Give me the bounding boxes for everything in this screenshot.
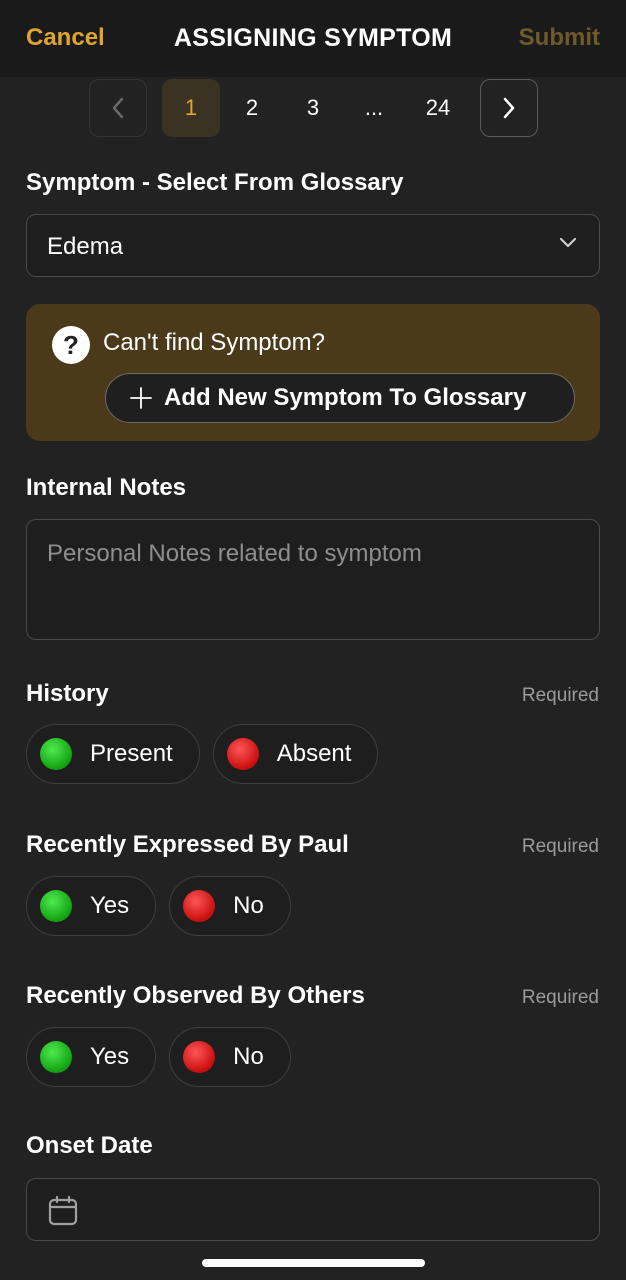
observed-yes-option[interactable]: Yes: [26, 1027, 157, 1087]
add-new-symptom-button[interactable]: Add New Symptom To Glossary: [105, 373, 575, 423]
notice-message: Can't find Symptom?: [103, 329, 326, 356]
expressed-required-label: Required: [521, 836, 599, 857]
add-new-symptom-label: Add New Symptom To Glossary: [164, 384, 527, 411]
green-circle-icon: [40, 890, 72, 922]
observed-no-option[interactable]: No: [169, 1027, 291, 1087]
option-label: Absent: [276, 740, 352, 767]
submit-button[interactable]: Submit: [519, 24, 600, 52]
prev-page-button[interactable]: [89, 79, 147, 137]
history-present-option[interactable]: Present: [26, 724, 200, 784]
symptom-not-found-notice: ? Can't find Symptom? Add New Symptom To…: [26, 304, 600, 441]
observed-required-label: Required: [521, 987, 599, 1008]
symptom-label: Symptom - Select From Glossary: [26, 169, 404, 196]
red-circle-icon: [226, 738, 259, 770]
pagination: 1 2 3 ... 24: [89, 78, 538, 138]
page-24[interactable]: 24: [406, 79, 470, 137]
red-circle-icon: [183, 890, 216, 922]
symptom-selected-value: Edema: [47, 233, 124, 260]
chevron-down-icon: [559, 237, 577, 248]
observed-options: Yes No: [26, 1027, 304, 1087]
internal-notes-label: Internal Notes: [26, 474, 187, 501]
history-required-label: Required: [521, 685, 599, 706]
chevron-left-icon: [112, 97, 124, 119]
history-options: Present Absent: [26, 724, 391, 784]
page-1[interactable]: 1: [162, 79, 220, 137]
calendar-icon: [48, 1195, 78, 1226]
option-label: No: [233, 892, 264, 919]
next-page-button[interactable]: [480, 79, 538, 137]
expressed-yes-option[interactable]: Yes: [26, 876, 157, 936]
onset-date-input[interactable]: [26, 1178, 600, 1241]
page-ellipsis: ...: [364, 95, 384, 120]
question-icon: ?: [52, 326, 90, 364]
page-3[interactable]: 3: [284, 79, 342, 137]
top-bar: Cancel ASSIGNING SYMPTOM Submit: [0, 0, 626, 77]
expressed-label: Recently Expressed By Paul: [26, 831, 349, 858]
option-label: No: [233, 1043, 264, 1070]
green-circle-icon: [40, 738, 72, 770]
internal-notes-placeholder: Personal Notes related to symptom: [47, 540, 422, 567]
history-absent-option[interactable]: Absent: [212, 724, 379, 784]
symptom-select[interactable]: Edema: [26, 214, 600, 277]
option-label: Present: [90, 740, 173, 767]
chevron-right-icon: [503, 97, 515, 119]
green-circle-icon: [40, 1041, 72, 1073]
history-label: History: [26, 680, 109, 707]
home-indicator: [202, 1259, 425, 1267]
page-2[interactable]: 2: [223, 79, 281, 137]
onset-date-label: Onset Date: [26, 1132, 153, 1159]
plus-icon: [130, 387, 152, 409]
expressed-options: Yes No: [26, 876, 304, 936]
internal-notes-input[interactable]: Personal Notes related to symptom: [26, 519, 600, 640]
red-circle-icon: [183, 1041, 216, 1073]
option-label: Yes: [90, 892, 130, 919]
expressed-no-option[interactable]: No: [169, 876, 291, 936]
option-label: Yes: [90, 1043, 130, 1070]
observed-label: Recently Observed By Others: [26, 982, 365, 1009]
